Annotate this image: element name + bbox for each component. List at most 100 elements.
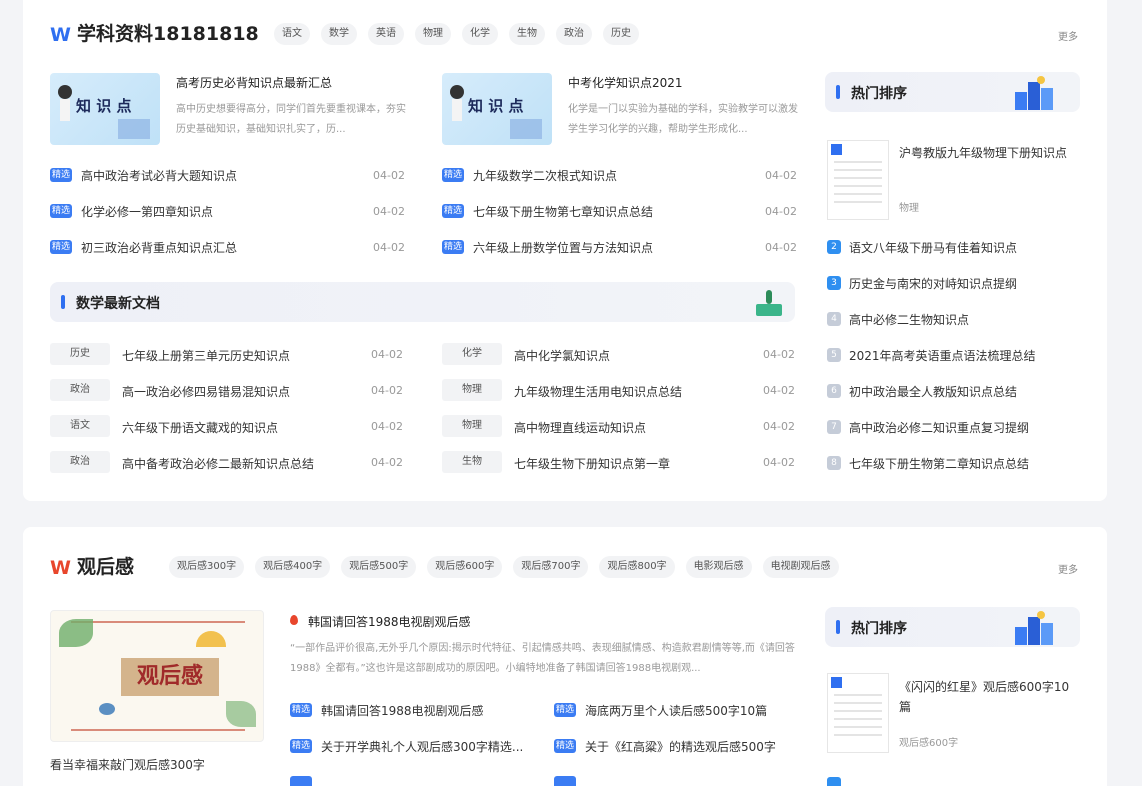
item-title[interactable]: 九年级数学二次根式知识点 [473, 167, 617, 184]
rank-number: 3 [827, 276, 841, 290]
section-title: 观后感 [77, 556, 135, 578]
subject-materials-card: W 学科资料18181818 语文 数学 英语 物理 化学 生物 政治 历史 更… [23, 0, 1107, 501]
doc-date: 04-02 [371, 384, 403, 397]
hot-top-category: 物理 [899, 203, 919, 214]
list-item[interactable]: 精选 七年级下册生物第七章知识点总结 04-02 [442, 201, 797, 221]
hot-item-title[interactable]: 高中必修二生物知识点 [849, 311, 969, 328]
item-title[interactable]: 关于《红高粱》的精选观后感500字 [585, 738, 776, 755]
tag-500[interactable]: 观后感500字 [341, 556, 417, 578]
doc-date: 04-02 [763, 420, 795, 433]
doc-title[interactable]: 高一政治必修四易错易混知识点 [122, 383, 290, 400]
item-title[interactable]: 关于开学典礼个人观后感300字精选... [321, 738, 523, 755]
more-link[interactable]: 更多 [1058, 561, 1078, 576]
doc-logo-icon [831, 677, 842, 688]
list-item[interactable]: 精选 海底两万里个人读后感500字10篇 [554, 700, 767, 720]
doc-title[interactable]: 高中物理直线运动知识点 [514, 419, 646, 436]
doc-date: 04-02 [763, 348, 795, 361]
hot-top-title[interactable]: 《闪闪的红星》观后感600字10篇 [899, 677, 1079, 717]
doc-date: 04-02 [763, 456, 795, 469]
list-item[interactable]: 精选 六年级上册数学位置与方法知识点 04-02 [442, 237, 797, 257]
item-date: 04-02 [373, 204, 405, 218]
tag-400[interactable]: 观后感400字 [255, 556, 331, 578]
essay-tags: 观后感300字 观后感400字 观后感500字 观后感600字 观后感700字 … [169, 556, 839, 578]
feature-title[interactable]: 高考历史必背知识点最新汇总 [176, 74, 332, 91]
subject-label: 生物 [442, 451, 502, 473]
doc-title[interactable]: 六年级下册语文藏戏的知识点 [122, 419, 278, 436]
list-item[interactable]: 精选 初三政治必背重点知识点汇总 04-02 [50, 237, 405, 257]
tag-politics[interactable]: 政治 [556, 23, 592, 45]
subject-label: 历史 [50, 343, 110, 365]
thumb-text: 知 识 点 [468, 97, 524, 115]
hot-item-title[interactable]: 七年级下册生物第二章知识点总结 [849, 455, 1029, 472]
doc-title[interactable]: 七年级生物下册知识点第一章 [514, 455, 670, 472]
bird-icon [99, 703, 115, 715]
banner-caption[interactable]: 看当幸福来敲门观后感300字 [50, 756, 205, 773]
tag-history[interactable]: 历史 [603, 23, 639, 45]
list-item[interactable]: 精选 关于《红高粱》的精选观后感500字 [554, 736, 776, 756]
list-item[interactable]: 精选 高中政治考试必背大题知识点 04-02 [50, 165, 405, 185]
item-date: 04-02 [765, 168, 797, 182]
tag-tv[interactable]: 电视剧观后感 [762, 556, 839, 578]
hot-item-title[interactable]: 语文八年级下册马有佳着知识点 [849, 239, 1017, 256]
item-title[interactable]: 六年级上册数学位置与方法知识点 [473, 239, 653, 256]
tag-600[interactable]: 观后感600字 [427, 556, 503, 578]
hot-item[interactable]: 7 高中政治必修二知识重点复习提纲 [827, 417, 1029, 437]
item-title[interactable]: 化学必修一第四章知识点 [81, 203, 213, 220]
hot-item-title[interactable]: 初中政治最全人教版知识点总结 [849, 383, 1017, 400]
item-title[interactable]: 七年级下册生物第七章知识点总结 [473, 203, 653, 220]
item-title[interactable]: 初三政治必背重点知识点汇总 [81, 239, 237, 256]
picked-badge [554, 776, 576, 786]
tag-chemistry[interactable]: 化学 [462, 23, 498, 45]
item-title[interactable]: 高中政治考试必背大题知识点 [81, 167, 237, 184]
rank-number: 2 [827, 240, 841, 254]
tag-700[interactable]: 观后感700字 [513, 556, 589, 578]
review-essays-card: W 观后感 观后感300字 观后感400字 观后感500字 观后感600字 观后… [23, 527, 1107, 786]
hot-item[interactable]: 8 七年级下册生物第二章知识点总结 [827, 453, 1029, 473]
rank-number [827, 777, 841, 786]
item-title[interactable]: 韩国请回答1988电视剧观后感 [321, 702, 484, 719]
list-item[interactable]: 精选 九年级数学二次根式知识点 04-02 [442, 165, 797, 185]
document-thumbnail[interactable] [827, 140, 889, 220]
list-item[interactable]: 精选 韩国请回答1988电视剧观后感 [290, 700, 484, 720]
doc-title[interactable]: 高中化学氯知识点 [514, 347, 610, 364]
hot-item-title[interactable]: 历史金与南宋的对峙知识点提纲 [849, 275, 1017, 292]
feature-thumbnail[interactable]: 知 识 点 [50, 73, 160, 145]
list-item[interactable]: 精选 化学必修一第四章知识点 04-02 [50, 201, 405, 221]
hot-item-title[interactable]: 高中政治必修二知识重点复习提纲 [849, 419, 1029, 436]
tag-english[interactable]: 英语 [368, 23, 404, 45]
more-link[interactable]: 更多 [1058, 28, 1078, 43]
tag-800[interactable]: 观后感800字 [599, 556, 675, 578]
feature-title[interactable]: 中考化学知识点2021 [568, 74, 683, 91]
document-thumbnail[interactable] [827, 673, 889, 753]
hot-item[interactable]: 2 语文八年级下册马有佳着知识点 [827, 237, 1017, 257]
picked-badge: 精选 [554, 703, 576, 717]
picked-badge: 精选 [290, 739, 312, 753]
doc-title[interactable]: 九年级物理生活用电知识点总结 [514, 383, 682, 400]
subject-label: 政治 [50, 379, 110, 401]
thumb-text: 知 识 点 [76, 97, 132, 115]
fire-icon [290, 615, 298, 625]
doc-title[interactable]: 七年级上册第三单元历史知识点 [122, 347, 290, 364]
tag-movie[interactable]: 电影观后感 [685, 556, 752, 578]
hot-item[interactable]: 6 初中政治最全人教版知识点总结 [827, 381, 1017, 401]
banner-image[interactable]: 观后感 [50, 610, 264, 742]
hot-top-title[interactable]: 沪粤教版九年级物理下册知识点 [899, 144, 1067, 161]
list-item[interactable]: 精选 关于开学典礼个人观后感300字精选... [290, 736, 523, 756]
tag-300[interactable]: 观后感300字 [169, 556, 245, 578]
hot-item[interactable]: 5 2021年高考英语重点语法梳理总结 [827, 345, 1036, 365]
tag-physics[interactable]: 物理 [415, 23, 451, 45]
tag-biology[interactable]: 生物 [509, 23, 545, 45]
hot-item[interactable]: 4 高中必修二生物知识点 [827, 309, 969, 329]
feature-thumbnail[interactable]: 知 识 点 [442, 73, 552, 145]
tag-math[interactable]: 数学 [321, 23, 357, 45]
item-date: 04-02 [765, 204, 797, 218]
bar-chart-icon [1015, 76, 1059, 110]
feature-title[interactable]: 韩国请回答1988电视剧观后感 [308, 613, 471, 630]
subject-label: 语文 [50, 415, 110, 437]
item-title[interactable]: 海底两万里个人读后感500字10篇 [585, 702, 767, 719]
hot-item-title[interactable]: 2021年高考英语重点语法梳理总结 [849, 347, 1036, 364]
hot-item[interactable]: 3 历史金与南宋的对峙知识点提纲 [827, 273, 1017, 293]
tag-chinese[interactable]: 语文 [274, 23, 310, 45]
banner-text: 观后感 [121, 658, 219, 696]
doc-title[interactable]: 高中备考政治必修二最新知识点总结 [122, 455, 314, 472]
